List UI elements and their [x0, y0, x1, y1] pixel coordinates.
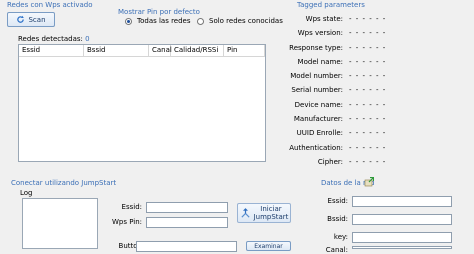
jumpstart-essid-input[interactable] [146, 202, 228, 213]
save-network-icon[interactable] [364, 176, 375, 187]
refresh-icon [16, 15, 25, 24]
jumpstart-icon [240, 207, 251, 219]
serial-number-label: Serial number: [291, 86, 343, 94]
network-extra-label: Canal: [325, 246, 348, 254]
jumpstart-wpspin-label: Wps Pin: [111, 218, 142, 226]
authentication-value: - - - - - - [349, 144, 387, 152]
start-jumpstart-line1: Iniciar [260, 205, 282, 213]
explore-button[interactable]: Examinar [246, 241, 291, 251]
tagged-parameters-title: Tagged parameters [297, 1, 365, 9]
response-type-label: Response type: [289, 44, 343, 52]
serial-number-value: - - - - - - [349, 86, 387, 94]
log-textarea[interactable] [22, 198, 98, 249]
scan-button[interactable]: Scan [7, 12, 55, 27]
jumpstart-title: Conectar utilizando JumpStart [11, 179, 117, 187]
manufacturer-value: - - - - - - [349, 115, 387, 123]
pin-mode-title: Mostrar Pin por defecto [118, 8, 200, 16]
model-name-label: Model name: [297, 58, 343, 66]
response-type-value: - - - - - - [349, 44, 387, 52]
radio-known-networks[interactable] [197, 18, 204, 25]
wps-state-value: - - - - - - [349, 15, 387, 23]
explore-button-label: Examinar [254, 242, 283, 250]
wps-version-value: - - - - - - [349, 29, 387, 37]
networks-list-header: Essid Bssid Canal Calidad/RSSi Pin [19, 45, 265, 57]
column-essid[interactable]: Essid [19, 45, 84, 56]
cipher-label: Cipher: [317, 158, 343, 166]
start-jumpstart-text: Iniciar JumpStart [254, 205, 289, 221]
model-number-label: Model number: [290, 72, 343, 80]
model-name-value: - - - - - - [349, 58, 387, 66]
start-jumpstart-button[interactable]: Iniciar JumpStart [237, 203, 291, 223]
network-essid-label: Essid: [327, 197, 348, 205]
uuid-enrollee-label: UUID Enrolle: [296, 129, 343, 137]
detected-networks-count: 0 [85, 35, 90, 43]
network-bssid-label: Bssid: [327, 215, 348, 223]
scan-label: Scan [28, 15, 46, 24]
network-key-label: key: [333, 233, 348, 241]
authentication-label: Authentication: [289, 144, 343, 152]
networks-list[interactable]: Essid Bssid Canal Calidad/RSSi Pin [18, 44, 266, 162]
uuid-enrollee-value: - - - - - - [349, 129, 387, 137]
network-bssid-input[interactable] [352, 214, 452, 225]
column-canal[interactable]: Canal [149, 45, 172, 56]
radio-all-networks-label[interactable]: Todas las redes [137, 17, 191, 25]
detected-networks-text: Redes detectadas: [18, 35, 83, 43]
start-jumpstart-line2: JumpStart [253, 213, 289, 221]
jumpstart-essid-label: Essid: [121, 203, 142, 211]
manufacturer-label: Manufacturer: [293, 115, 343, 123]
column-pin[interactable]: Pin [224, 45, 265, 56]
model-number-value: - - - - - - [349, 72, 387, 80]
wps-version-label: Wps version: [297, 29, 343, 37]
detected-networks-label: Redes detectadas: 0 [18, 35, 90, 43]
cipher-value: - - - - - - [349, 158, 387, 166]
column-quality[interactable]: Calidad/RSSi [171, 45, 224, 56]
network-essid-input[interactable] [352, 196, 452, 207]
radio-all-networks[interactable] [125, 18, 132, 25]
radio-known-networks-label[interactable]: Solo redes conocidas [209, 17, 283, 25]
log-label: Log [20, 189, 33, 197]
device-name-value: - - - - - - [349, 101, 387, 109]
button-field-input[interactable] [136, 241, 237, 252]
device-name-label: Device name: [294, 101, 343, 109]
network-key-input[interactable] [352, 232, 452, 243]
jumpstart-wpspin-input[interactable] [146, 217, 228, 228]
column-bssid[interactable]: Bssid [84, 45, 149, 56]
wps-state-label: Wps state: [305, 15, 343, 23]
wps-networks-title: Redes con Wps activado [7, 1, 93, 9]
